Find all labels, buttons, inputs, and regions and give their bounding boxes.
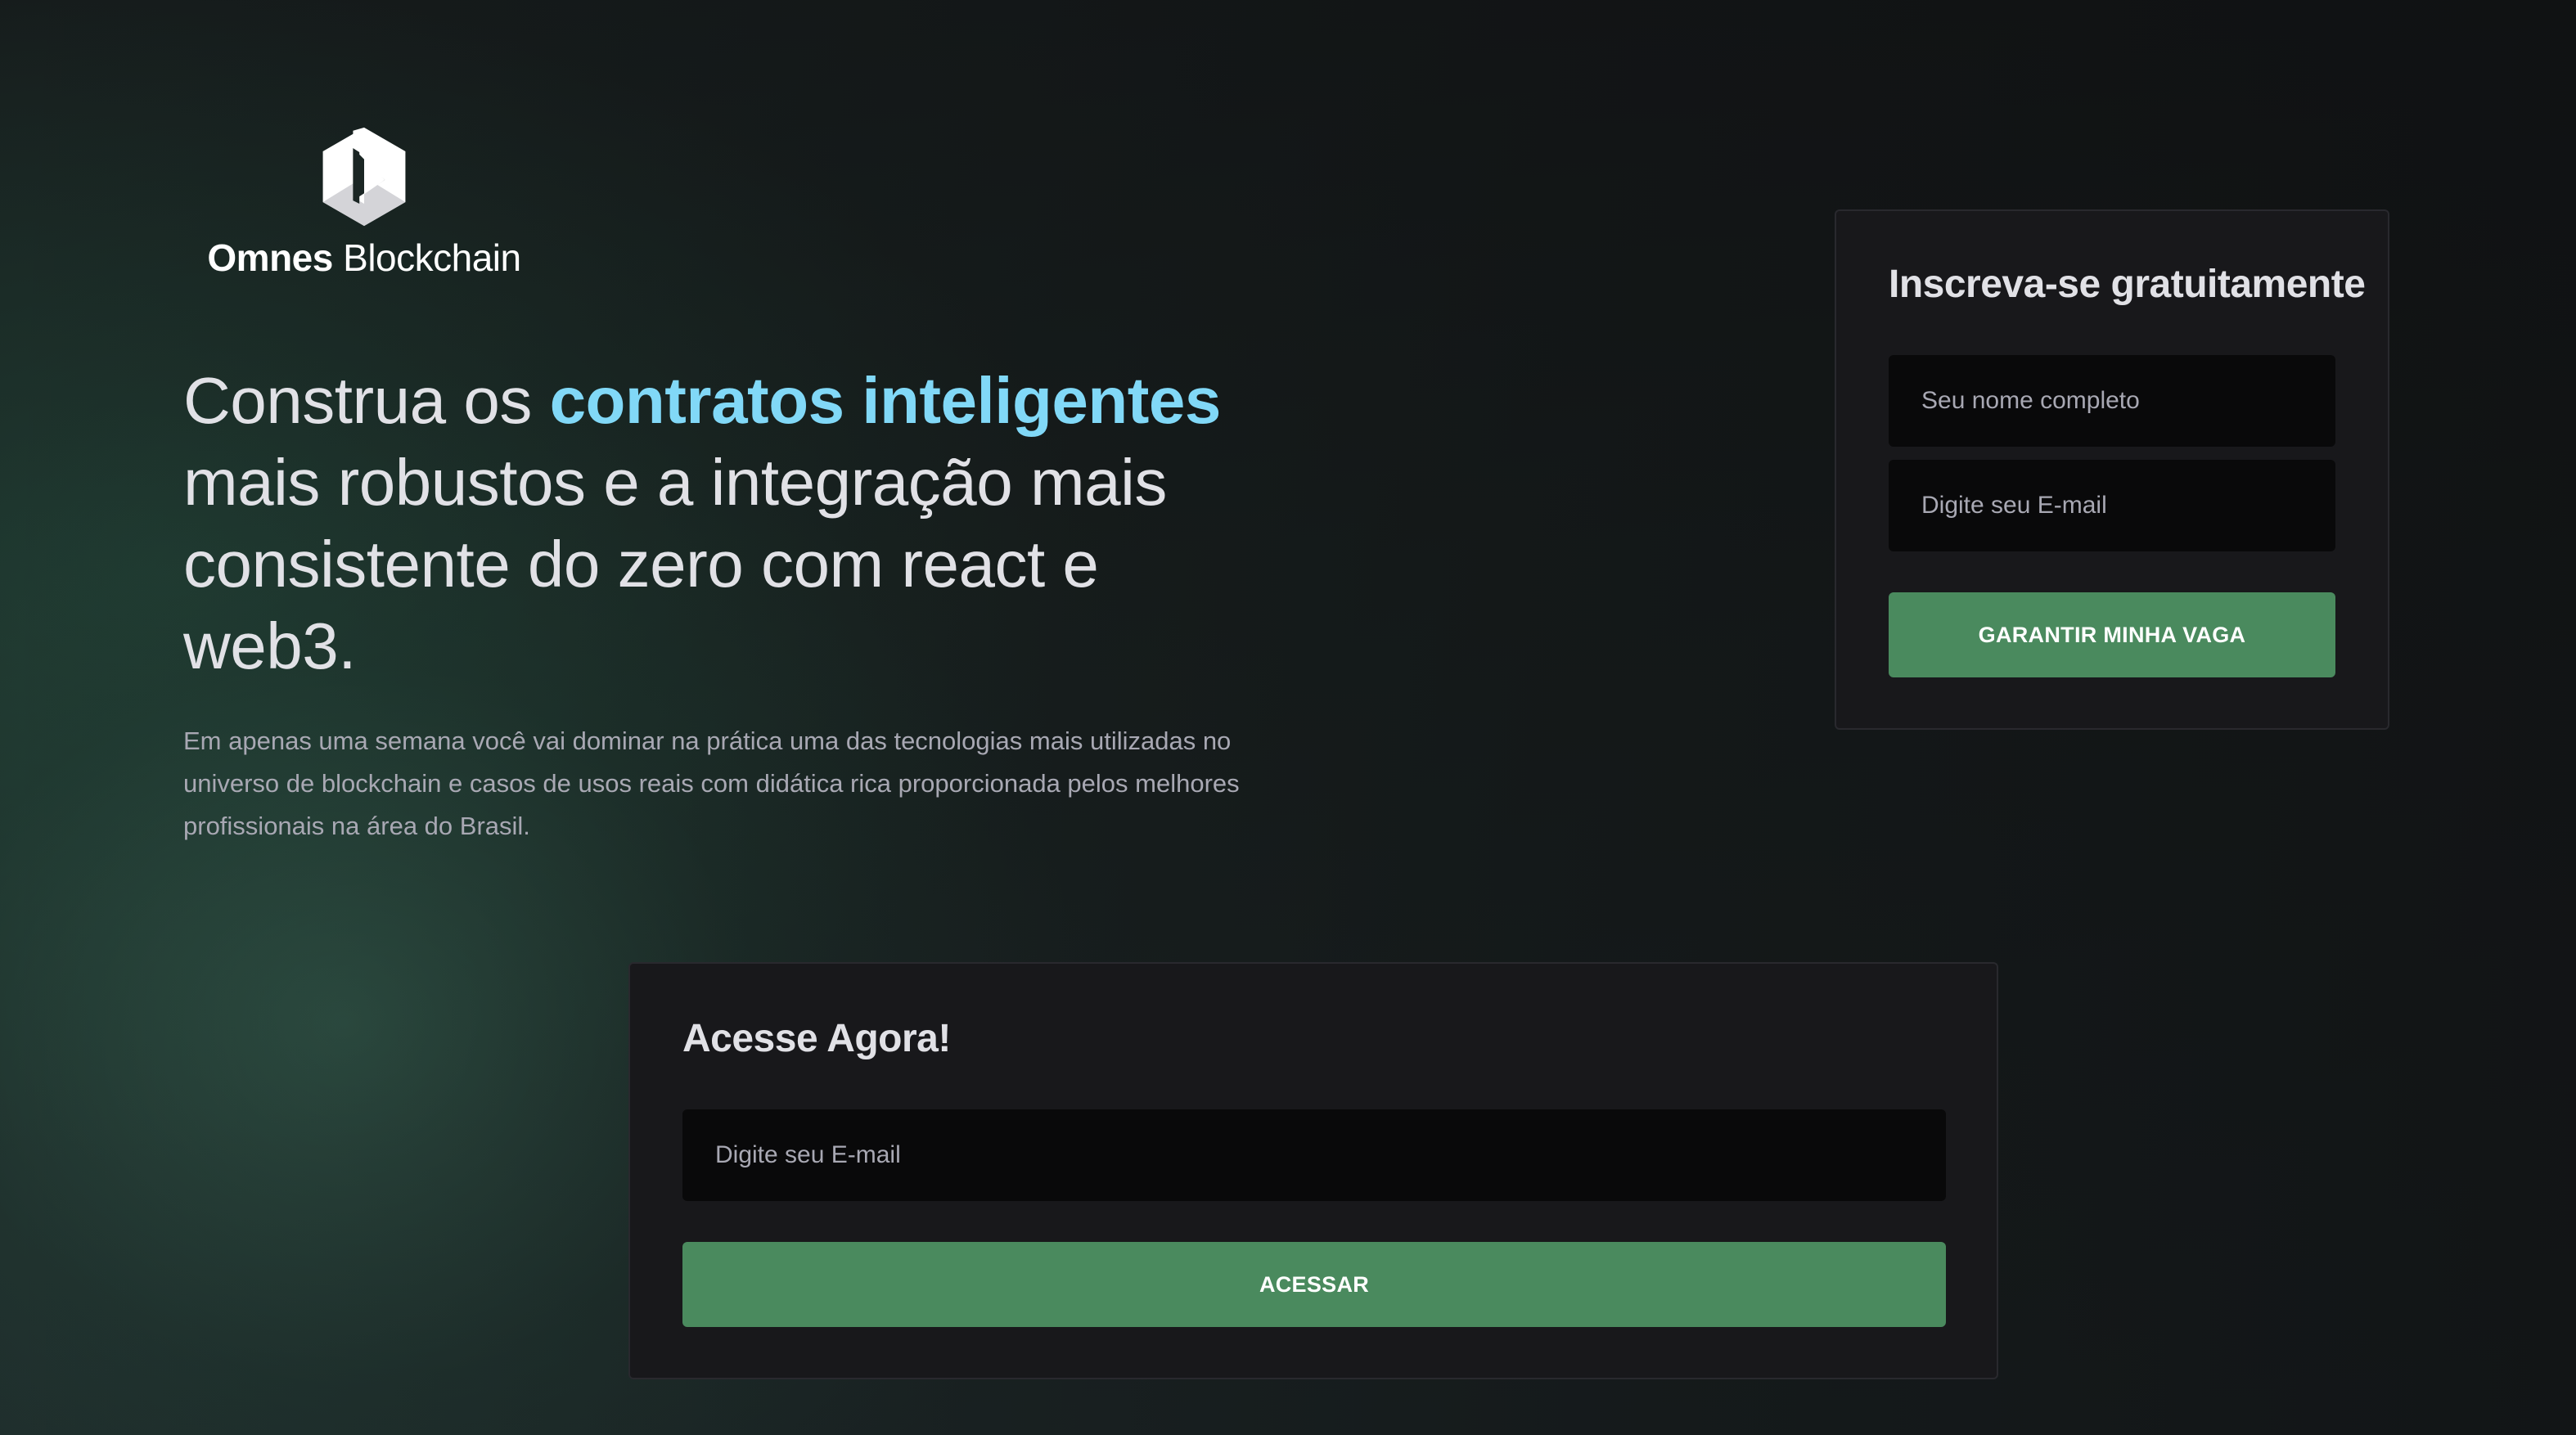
headline-start: Construa os bbox=[183, 364, 550, 437]
headline-highlight: contratos inteligentes bbox=[549, 364, 1222, 437]
signup-card: Inscreva-se gratuitamente GARANTIR MINHA… bbox=[1835, 209, 2389, 730]
full-name-input[interactable] bbox=[1889, 355, 2335, 447]
brand-logo: Omnes Blockchain bbox=[207, 124, 521, 280]
access-card: Acesse Agora! ACESSAR bbox=[628, 962, 1998, 1379]
hero-headline: Construa os contratos inteligentes mais … bbox=[183, 360, 1247, 687]
hero-description: Em apenas uma semana você vai dominar na… bbox=[183, 726, 1240, 840]
guarantee-spot-button[interactable]: GARANTIR MINHA VAGA bbox=[1889, 592, 2335, 677]
signup-title: Inscreva-se gratuitamente bbox=[1889, 263, 2366, 306]
access-button[interactable]: ACESSAR bbox=[682, 1242, 1946, 1327]
headline-end: mais robustos e a integração mais consis… bbox=[183, 446, 1167, 682]
brand-name-bold: Omnes bbox=[207, 236, 333, 279]
brand-name-light: Blockchain bbox=[343, 236, 521, 279]
hexagon-play-logo-icon bbox=[322, 127, 406, 227]
access-title: Acesse Agora! bbox=[682, 1017, 951, 1060]
access-email-input[interactable] bbox=[682, 1109, 1946, 1201]
signup-email-input[interactable] bbox=[1889, 460, 2335, 551]
landing-page: Omnes Blockchain Construa os contratos i… bbox=[0, 0, 2576, 1435]
brand-name: Omnes Blockchain bbox=[207, 236, 521, 280]
